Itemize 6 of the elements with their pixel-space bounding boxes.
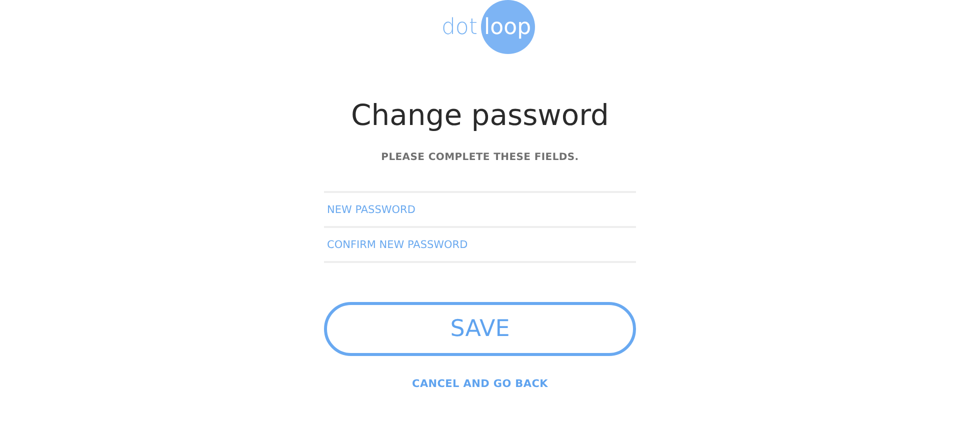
logo-text: dot bbox=[441, 14, 478, 40]
page-title: Change password bbox=[351, 97, 609, 134]
cancel-link[interactable]: CANCEL AND GO BACK bbox=[412, 378, 548, 390]
save-button[interactable]: SAVE bbox=[324, 302, 636, 356]
instruction-text: PLEASE COMPLETE THESE FIELDS. bbox=[381, 152, 579, 163]
logo-badge: loop bbox=[480, 0, 535, 54]
